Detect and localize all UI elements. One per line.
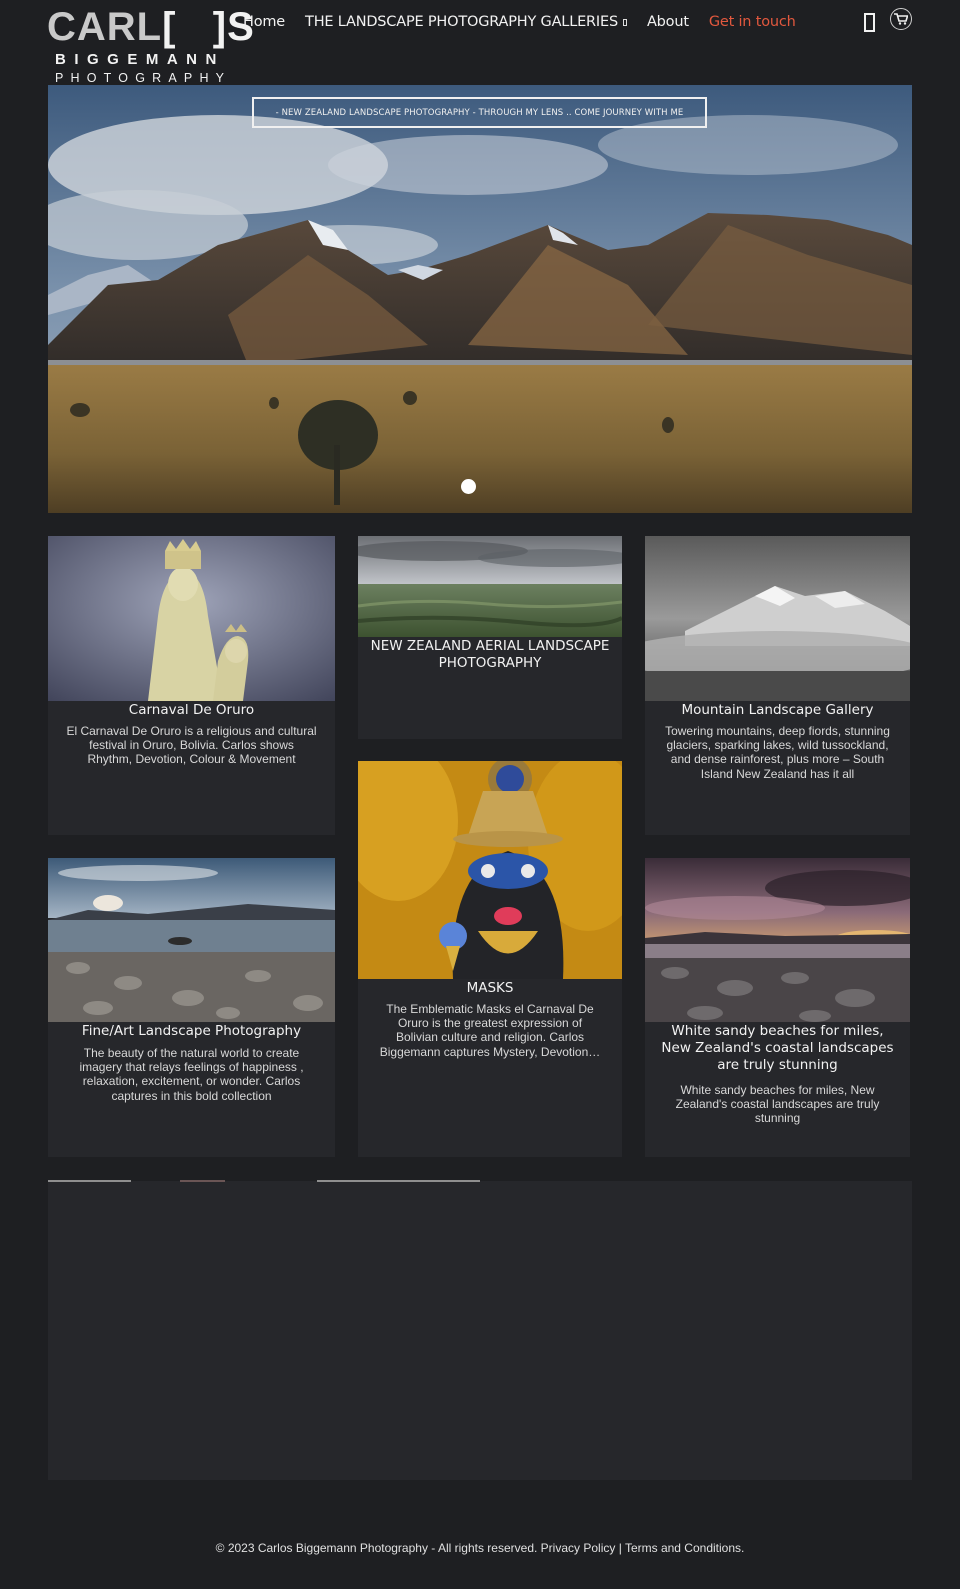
nav-home[interactable]: Home [243, 14, 285, 30]
logo-text-carl: CARL [47, 5, 163, 49]
card-description: El Carnaval De Oruro is a religious and … [66, 724, 317, 767]
card-title[interactable]: Mountain Landscape Gallery [645, 702, 910, 719]
loading-bar-segment [317, 1180, 480, 1182]
card-image-aerial [358, 536, 622, 637]
loading-bar-segment [48, 1180, 131, 1182]
gallery-card-carnaval[interactable]: Carnaval De Oruro El Carnaval De Oruro i… [48, 536, 335, 835]
loading-bar-segment [180, 1180, 225, 1182]
gallery-card-aerial[interactable]: NEW ZEALAND AERIAL LANDSCAPE PHOTOGRAPHY [358, 536, 622, 739]
terms-link[interactable]: Terms and Conditions. [625, 1541, 744, 1555]
logo-text-bracket: [ [162, 5, 177, 49]
card-title[interactable]: White sandy beaches for miles, New Zeala… [645, 1023, 910, 1074]
card-image-fineart [48, 858, 335, 1022]
card-description: The beauty of the natural world to creat… [79, 1046, 304, 1103]
gallery-card-beaches[interactable]: White sandy beaches for miles, New Zeala… [645, 858, 910, 1157]
gallery-card-fineart[interactable]: Fine/Art Landscape Photography The beaut… [48, 858, 335, 1157]
content-placeholder-block [48, 1181, 912, 1480]
card-description: The Emblematic Masks el Carnaval De Orur… [379, 1002, 601, 1059]
nav-galleries-label: THE LANDSCAPE PHOTOGRAPHY GALLERIES [305, 14, 618, 30]
logo-wordmark: CARL[ ]S [47, 5, 255, 49]
card-description: Towering mountains, deep fiords, stunnin… [665, 724, 890, 781]
gallery-card-mountain[interactable]: Mountain Landscape Gallery Towering moun… [645, 536, 910, 835]
footer-copyright: © 2023 Carlos Biggemann Photography - Al… [215, 1541, 538, 1555]
card-title[interactable]: NEW ZEALAND AERIAL LANDSCAPE PHOTOGRAPHY [358, 638, 622, 672]
card-title[interactable]: MASKS [358, 980, 622, 997]
cart-icon[interactable] [890, 8, 912, 30]
hero-slider[interactable]: - NEW ZEALAND LANDSCAPE PHOTOGRAPHY - TH… [48, 85, 912, 513]
gallery-card-masks[interactable]: MASKS The Emblematic Masks el Carnaval D… [358, 761, 622, 1157]
card-image-beaches [645, 858, 910, 1022]
logo-tagline: PHOTOGRAPHY [55, 71, 232, 85]
nav-about[interactable]: About [647, 14, 689, 30]
phone-icon[interactable] [864, 13, 875, 32]
hero-caption: - NEW ZEALAND LANDSCAPE PHOTOGRAPHY - TH… [252, 97, 707, 128]
footer-separator: | [618, 1541, 622, 1555]
nav-galleries[interactable]: THE LANDSCAPE PHOTOGRAPHY GALLERIES [305, 14, 627, 30]
nav-get-in-touch[interactable]: Get in touch [709, 14, 796, 30]
hero-image-mountains [48, 85, 912, 513]
main-nav: Home THE LANDSCAPE PHOTOGRAPHY GALLERIES… [243, 14, 816, 30]
slider-dot-active[interactable] [461, 479, 476, 494]
privacy-policy-link[interactable]: Privacy Policy [541, 1541, 616, 1555]
card-image-masks [358, 761, 622, 979]
cart-glyph [894, 13, 908, 25]
card-description: White sandy beaches for miles, New Zeala… [675, 1083, 880, 1126]
card-image-carnaval [48, 536, 335, 701]
logo-surname: BIGGEMANN [55, 51, 225, 68]
site-logo[interactable]: CARL[ ]S BIGGEMANN PHOTOGRAPHY [47, 5, 254, 85]
card-image-mountain [645, 536, 910, 701]
chevron-down-icon [622, 18, 627, 26]
card-title[interactable]: Carnaval De Oruro [48, 702, 335, 719]
card-title[interactable]: Fine/Art Landscape Photography [48, 1023, 335, 1040]
site-footer: © 2023 Carlos Biggemann Photography - Al… [0, 1541, 960, 1555]
